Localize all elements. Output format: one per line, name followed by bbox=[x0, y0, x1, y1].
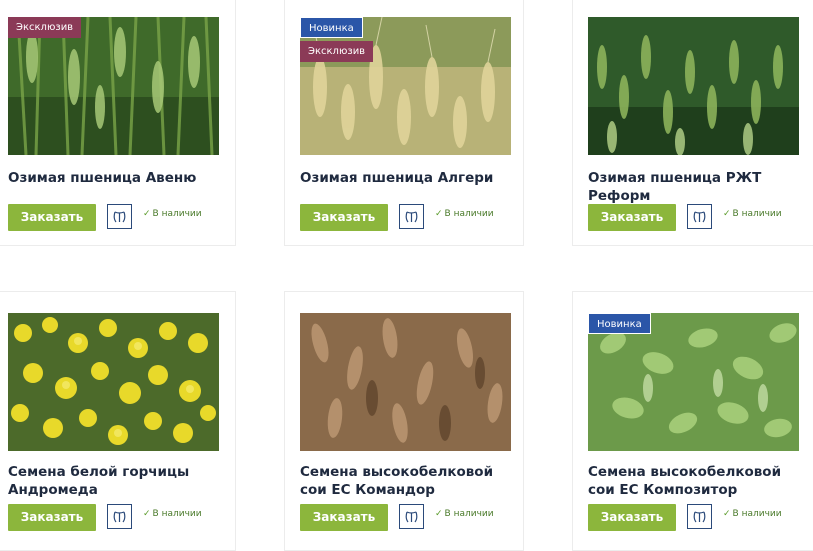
product-card[interactable]: Семена высокобелковой сои ЕС Командор За… bbox=[284, 291, 524, 551]
check-icon: ✓ bbox=[435, 509, 443, 519]
product-title[interactable]: Озимая пшеница РЖТ Реформ bbox=[588, 169, 810, 205]
order-button[interactable]: Заказать bbox=[588, 204, 676, 231]
compare-button[interactable] bbox=[107, 504, 132, 529]
badge-new: Новинка bbox=[300, 17, 363, 38]
scales-icon bbox=[113, 511, 126, 523]
order-button[interactable]: Заказать bbox=[300, 204, 388, 231]
order-button[interactable]: Заказать bbox=[300, 504, 388, 531]
compare-button[interactable] bbox=[687, 504, 712, 529]
wheat-dark-green-photo bbox=[588, 17, 799, 155]
product-image[interactable] bbox=[8, 313, 219, 451]
badge-new: Новинка bbox=[588, 313, 651, 334]
soybean-pods-photo bbox=[300, 313, 511, 451]
stock-label: В наличии bbox=[152, 209, 202, 219]
check-icon: ✓ bbox=[723, 209, 731, 219]
product-title[interactable]: Озимая пшеница Авеню bbox=[8, 169, 230, 187]
stock-label: В наличии bbox=[732, 509, 782, 519]
product-title[interactable]: Семена высокобелковой сои ЕС Командор bbox=[300, 463, 522, 499]
order-button[interactable]: Заказать bbox=[8, 204, 96, 231]
check-icon: ✓ bbox=[143, 209, 151, 219]
stock-status: ✓ В наличии bbox=[143, 509, 202, 519]
check-icon: ✓ bbox=[143, 509, 151, 519]
check-icon: ✓ bbox=[435, 209, 443, 219]
scales-icon bbox=[405, 211, 418, 223]
order-button[interactable]: Заказать bbox=[588, 504, 676, 531]
product-image[interactable] bbox=[300, 313, 511, 451]
check-icon: ✓ bbox=[723, 509, 731, 519]
product-image[interactable] bbox=[588, 17, 799, 155]
product-title[interactable]: Озимая пшеница Алгери bbox=[300, 169, 522, 187]
product-card[interactable]: Новинка Эксклюзив Озимая пшеница Алгери … bbox=[284, 0, 524, 246]
badge-exclusive: Эксклюзив bbox=[300, 41, 374, 62]
compare-button[interactable] bbox=[399, 204, 424, 229]
stock-status: ✓ В наличии bbox=[723, 209, 782, 219]
product-card[interactable]: Новинка Семена высокобелковой сои ЕС Ком… bbox=[572, 291, 813, 551]
product-title[interactable]: Семена высокобелковой сои ЕС Композитор bbox=[588, 463, 810, 499]
scales-icon bbox=[693, 211, 706, 223]
product-card[interactable]: Семена белой горчицы Андромеда Заказать … bbox=[0, 291, 236, 551]
scales-icon bbox=[113, 211, 126, 223]
stock-status: ✓ В наличии bbox=[435, 509, 494, 519]
product-title[interactable]: Семена белой горчицы Андромеда bbox=[8, 463, 230, 499]
mustard-flowers-photo bbox=[8, 313, 219, 451]
scales-icon bbox=[693, 511, 706, 523]
compare-button[interactable] bbox=[687, 204, 712, 229]
badge-exclusive: Эксклюзив bbox=[8, 17, 82, 38]
stock-label: В наличии bbox=[444, 209, 494, 219]
stock-label: В наличии bbox=[444, 509, 494, 519]
stock-status: ✓ В наличии bbox=[723, 509, 782, 519]
scales-icon bbox=[405, 511, 418, 523]
order-button[interactable]: Заказать bbox=[8, 504, 96, 531]
stock-label: В наличии bbox=[152, 509, 202, 519]
compare-button[interactable] bbox=[399, 504, 424, 529]
product-card[interactable]: Эксклюзив Озимая пшеница Авеню Заказать … bbox=[0, 0, 236, 246]
stock-status: ✓ В наличии bbox=[143, 209, 202, 219]
stock-status: ✓ В наличии bbox=[435, 209, 494, 219]
compare-button[interactable] bbox=[107, 204, 132, 229]
product-card[interactable]: Озимая пшеница РЖТ Реформ Заказать ✓ В на… bbox=[572, 0, 813, 246]
stock-label: В наличии bbox=[732, 209, 782, 219]
